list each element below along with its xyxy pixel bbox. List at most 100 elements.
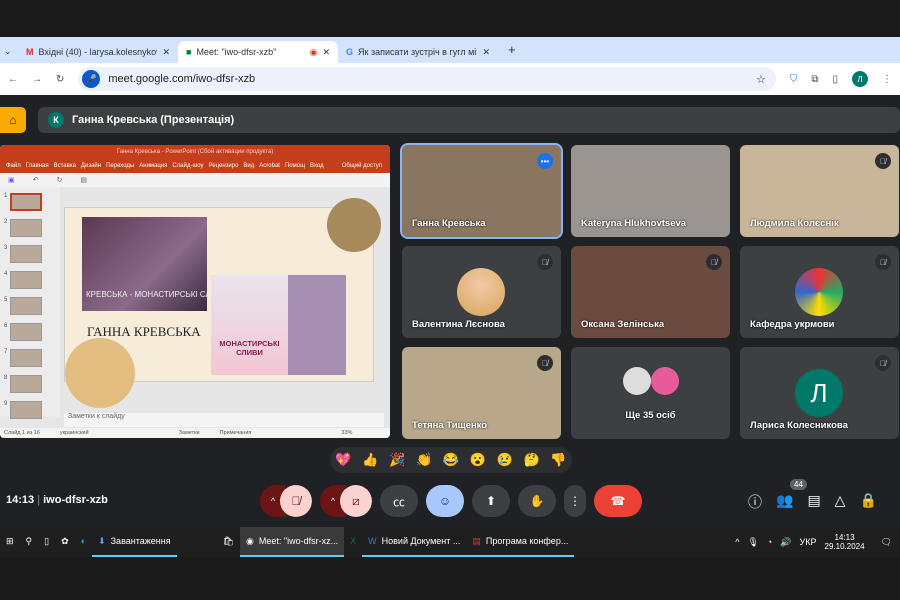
url-input[interactable]: 🎤 meet.google.com/iwo-dfsr-xzb ☆: [78, 67, 776, 91]
taskbar-downloads[interactable]: ⬇ Завантаження: [92, 527, 177, 557]
tab-gmail[interactable]: M Вхідні (40) - larysa.kolesnykova ✕: [18, 41, 178, 63]
slide-thumbnail[interactable]: 9: [4, 401, 52, 419]
avatar: К: [48, 112, 64, 128]
slide-thumbnail[interactable]: 2: [4, 219, 52, 237]
participant-tile[interactable]: Ще 35 осіб: [571, 347, 730, 439]
participant-tile[interactable]: Л 🎙̸ Лариса Колесникова: [740, 347, 899, 439]
chevron-up-icon[interactable]: ^: [735, 537, 739, 547]
slide-thumbnail[interactable]: 4: [4, 271, 52, 289]
notes-field[interactable]: Заметки к слайду: [64, 413, 384, 427]
copilot-icon[interactable]: ✿: [55, 527, 75, 557]
participant-tile[interactable]: Kateryna Hlukhovtseva: [571, 145, 730, 237]
reaction-emoji[interactable]: 😂: [443, 452, 459, 468]
ppt-menu-item[interactable]: Дизайн: [81, 163, 101, 169]
raise-hand-button[interactable]: ✋: [518, 485, 556, 517]
close-icon[interactable]: ✕: [322, 47, 330, 58]
notes-button[interactable]: Заметки: [179, 430, 200, 436]
avatar[interactable]: Л: [852, 71, 868, 87]
participant-tile[interactable]: 🎙̸ Людмила Колєснік: [740, 145, 899, 237]
language-indicator[interactable]: УКР: [800, 537, 817, 547]
host-controls-lock-icon[interactable]: 🔒: [859, 492, 876, 512]
slide-thumbnail[interactable]: 8: [4, 375, 52, 393]
camera-off-icon[interactable]: ⧄: [340, 485, 372, 517]
tab-list-chevron-icon[interactable]: ⌄: [0, 46, 18, 63]
taskbar-word[interactable]: W Новий Документ ...: [362, 527, 467, 557]
volume-icon[interactable]: 🔊: [780, 537, 791, 548]
taskbar-chrome[interactable]: ◉ Meet: "iwo-dfsr-xz...: [240, 527, 345, 557]
ppt-menu-item[interactable]: Acrobat: [259, 163, 280, 169]
reaction-emoji[interactable]: 👍: [362, 452, 378, 468]
forward-icon[interactable]: →: [32, 74, 42, 85]
more-options-button[interactable]: ⋮: [564, 485, 586, 517]
reaction-emoji[interactable]: 😮: [470, 452, 486, 468]
slide-thumbnail[interactable]: 7: [4, 349, 52, 367]
comments-button[interactable]: Примечания: [220, 430, 252, 436]
zoom-level[interactable]: 33%: [341, 430, 352, 436]
reaction-emoji[interactable]: 💖: [335, 452, 351, 468]
wifi-icon[interactable]: ◔: [767, 537, 772, 547]
ppt-menu-item[interactable]: Рецензиро: [209, 163, 239, 169]
notifications-icon[interactable]: 🗨: [873, 537, 900, 548]
reactions-button[interactable]: ☺: [426, 485, 464, 517]
ppt-menu-item[interactable]: Главная: [26, 163, 49, 169]
task-view-icon[interactable]: ▯: [38, 527, 55, 557]
participant-tile[interactable]: 🎙̸ Валентина Лєснова: [402, 246, 561, 338]
ppt-menu-item[interactable]: Вход: [310, 163, 324, 169]
clock[interactable]: 14:13 29.10.2024: [825, 533, 865, 551]
slide-thumbnail[interactable]: 6: [4, 323, 52, 341]
people-icon[interactable]: 👥: [776, 492, 793, 512]
reaction-emoji[interactable]: 😢: [497, 452, 513, 468]
search-icon[interactable]: ⚲: [20, 527, 39, 557]
taskbar-pdf[interactable]: ▤ Програма конфер...: [466, 527, 575, 557]
slide-thumbnail[interactable]: 3: [4, 245, 52, 263]
mic-icon[interactable]: 🎙: [747, 537, 758, 548]
end-call-button[interactable]: ☎: [594, 485, 642, 517]
bookmark-star-icon[interactable]: ☆: [756, 73, 766, 86]
participant-name: Кафедра укрмови: [750, 319, 835, 330]
ppt-menu-item[interactable]: Файл: [6, 163, 21, 169]
edge-icon[interactable]: ◐: [75, 527, 92, 557]
system-tray: ^ 🎙 ◔ 🔊 УКР 14:13 29.10.2024 🗨: [735, 533, 900, 551]
reload-icon[interactable]: ↻: [56, 74, 64, 85]
extensions-icon[interactable]: ⧉: [811, 74, 818, 85]
sidepanel-icon[interactable]: ▯: [832, 74, 838, 85]
participant-tile[interactable]: 🎙̸ Тетяна Тищенко: [402, 347, 561, 439]
activities-icon[interactable]: △: [835, 492, 846, 512]
ppt-menu-item[interactable]: Вид: [243, 163, 254, 169]
shared-presentation[interactable]: Ганна Кревська - PowerPoint (Сбой актива…: [0, 145, 390, 438]
new-tab-button[interactable]: +: [498, 42, 516, 63]
chat-icon[interactable]: ▤: [807, 492, 820, 512]
ppt-menu-item[interactable]: Общий доступ: [342, 163, 382, 169]
close-icon[interactable]: ✕: [162, 47, 170, 58]
present-button[interactable]: ⬆: [472, 485, 510, 517]
participant-tile[interactable]: 🎙̸ Кафедра укрмови: [740, 246, 899, 338]
ppt-menu-item[interactable]: Анимация: [139, 163, 167, 169]
participant-tile[interactable]: ••• Ганна Кревська: [400, 143, 563, 239]
ppt-title: Ганна Кревська - PowerPoint (Сбой актива…: [0, 145, 390, 159]
reaction-emoji[interactable]: 🤔: [523, 452, 539, 468]
shield-icon[interactable]: ⛉: [790, 74, 798, 85]
ppt-menu-item[interactable]: Переходы: [106, 163, 134, 169]
meet-logo-icon[interactable]: ⌂: [0, 107, 26, 133]
reaction-emoji[interactable]: 👎: [550, 452, 566, 468]
tab-meet[interactable]: ■ Meet: "iwo-dfsr-xzb" ◉ ✕: [178, 41, 338, 63]
excel-icon[interactable]: X: [344, 527, 362, 557]
back-icon[interactable]: ←: [8, 74, 18, 85]
more-options-icon[interactable]: •••: [537, 153, 553, 169]
ppt-menu-item[interactable]: Вставка: [54, 163, 76, 169]
reaction-emoji[interactable]: 🎉: [389, 452, 405, 468]
tab-google[interactable]: G Як записати зустріч в гугл міт ✕: [338, 41, 498, 63]
start-icon[interactable]: ⊞: [0, 527, 20, 557]
menu-icon[interactable]: ⋮: [882, 74, 892, 85]
participant-tile[interactable]: 🎙̸ Оксана Зелінська: [571, 246, 730, 338]
ppt-menu-item[interactable]: Помощ: [285, 163, 305, 169]
info-icon[interactable]: ⓘ: [748, 492, 762, 512]
close-icon[interactable]: ✕: [482, 47, 490, 58]
mic-off-icon[interactable]: 🎙̸: [280, 485, 312, 517]
slide-thumbnail[interactable]: 1: [4, 193, 52, 211]
ppt-menu-item[interactable]: Слайд-шоу: [172, 163, 203, 169]
captions-button[interactable]: ㏄: [380, 485, 418, 517]
slide-thumbnail[interactable]: 5: [4, 297, 52, 315]
store-icon[interactable]: 🛍: [217, 527, 240, 557]
reaction-emoji[interactable]: 👏: [416, 452, 432, 468]
